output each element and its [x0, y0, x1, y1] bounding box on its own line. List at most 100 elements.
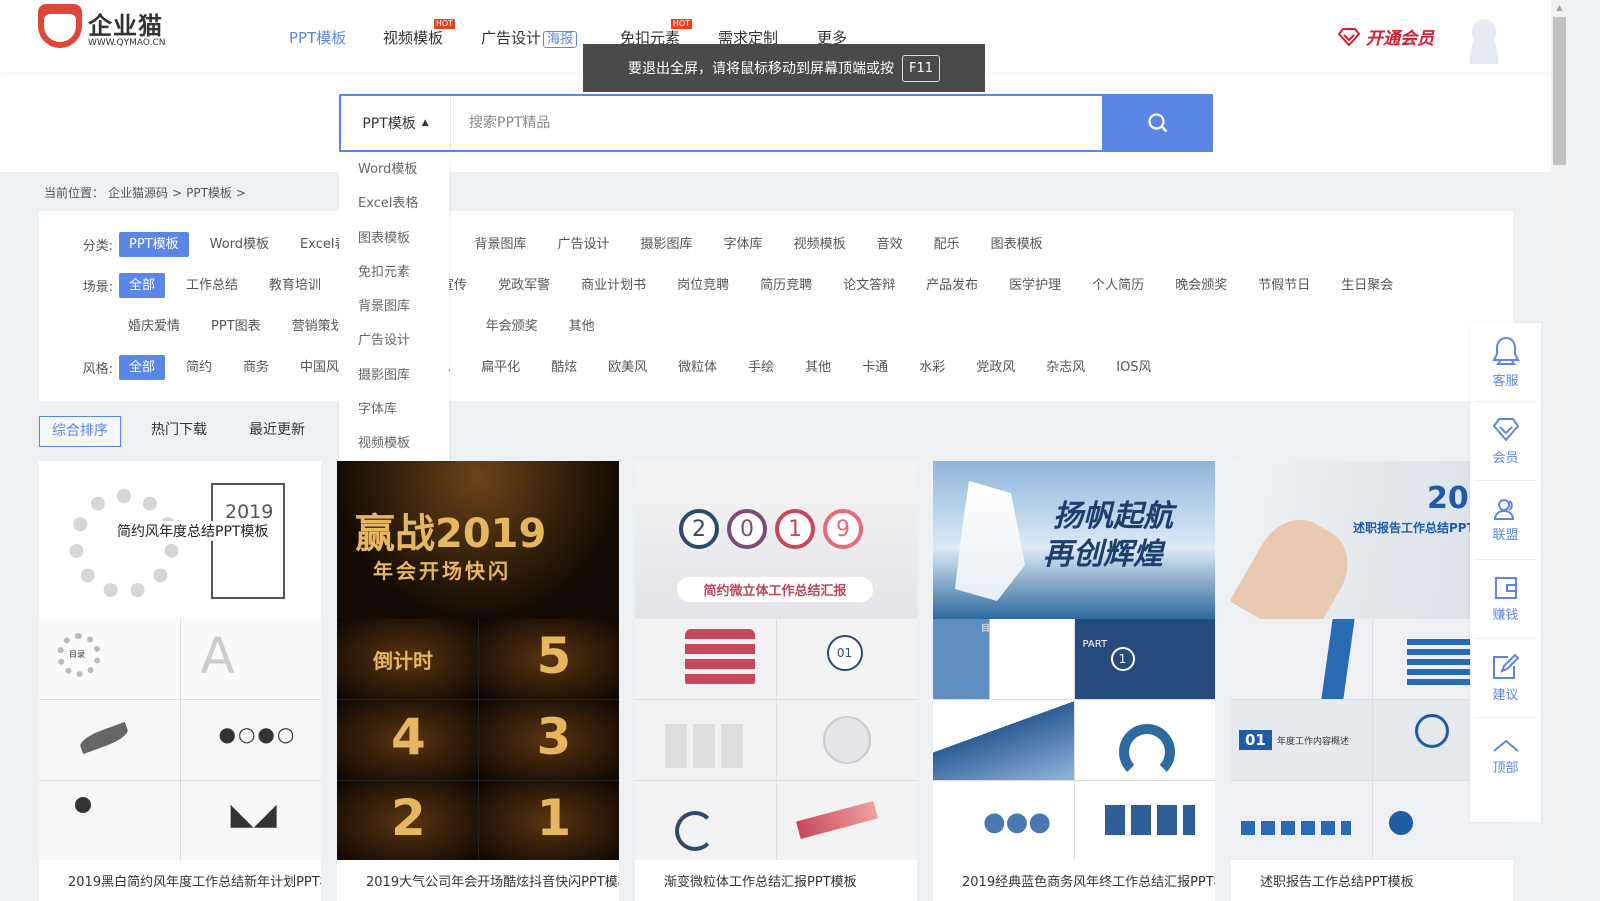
search-button[interactable] [1102, 94, 1213, 152]
filter-tag[interactable]: 简历竞聘 [750, 273, 822, 298]
f11-key: F11 [901, 54, 941, 82]
filter-tag[interactable]: 微粒体 [668, 355, 727, 380]
filter-tag[interactable]: 节假节日 [1248, 273, 1320, 298]
search-category-select[interactable]: PPT模板 ▲ [341, 96, 451, 150]
filter-tag[interactable]: 教育培训 [259, 273, 331, 298]
template-thumbnail[interactable]: 赢战2019 年会开场快闪 倒计时 5 4 3 2 1 [337, 461, 619, 860]
filter-tag[interactable]: Word模板 [200, 232, 279, 257]
template-thumbnail[interactable]: 扬帆起航 再创辉煌 目录 PART 1 ●●● [933, 461, 1215, 860]
filter-tag[interactable]: 党政军警 [488, 273, 560, 298]
hot-badge: HOT [670, 19, 693, 29]
filter-tag[interactable]: 生日聚会 [1331, 273, 1403, 298]
nav-ppt[interactable]: PPT模板 [289, 27, 346, 48]
vip-button[interactable]: 开通会员 [1338, 24, 1434, 49]
dropdown-item[interactable]: 摄影图库 [339, 358, 449, 392]
search-bar: PPT模板 ▲ [339, 94, 1213, 152]
filter-tag[interactable]: 音效 [867, 232, 913, 257]
filter-tag[interactable]: 字体库 [714, 232, 773, 257]
dropdown-item[interactable]: 视频模板 [339, 426, 449, 460]
card-title[interactable]: 2019黑白简约风年度工作总结新年计划PPT模板 [39, 860, 321, 890]
poster-tag: 海报 [543, 31, 578, 48]
filter-tag[interactable]: PPT模板 [119, 232, 189, 257]
dropdown-item[interactable]: 背景图库 [339, 289, 449, 323]
filter-category: 分类: PPT模板Word模板Excel表格免扣元素背景图库广告设计摄影图库字体… [39, 232, 1053, 257]
side-feedback[interactable]: 建议 [1474, 639, 1537, 718]
filter-tag[interactable]: 婚庆爱情 [118, 314, 190, 339]
logo[interactable]: 企业猫 WWW.QYMAO.CN [38, 4, 178, 50]
dropdown-item[interactable]: 免扣元素 [339, 255, 449, 289]
filter-tag[interactable]: 背景图库 [465, 232, 537, 257]
filter-tag[interactable]: 图表模板 [981, 232, 1053, 257]
filter-tag[interactable]: 欧美风 [598, 355, 657, 380]
filter-tag[interactable]: 商业计划书 [571, 273, 656, 298]
filter-tag[interactable]: 产品发布 [916, 273, 988, 298]
template-card[interactable]: 2 0 1 9 简约微立体工作总结汇报 01 渐变微粒体工作总结汇报PPT模板 [635, 461, 917, 901]
avatar[interactable] [1462, 14, 1506, 64]
filter-tag[interactable]: 工作总结 [176, 273, 248, 298]
filter-tag[interactable]: 视频模板 [784, 232, 856, 257]
nav-ad[interactable]: 广告设计 海报 [481, 27, 578, 48]
template-card[interactable]: 赢战2019 年会开场快闪 倒计时 5 4 3 2 1 2019大气公司年会开场… [337, 461, 619, 901]
filter-tag[interactable]: 其他 [795, 355, 841, 380]
dropdown-item[interactable]: 图表模板 [339, 221, 449, 255]
filter-tag[interactable]: PPT图表 [201, 314, 271, 339]
diamond-icon [1492, 417, 1519, 442]
dropdown-item[interactable]: 字体库 [339, 392, 449, 426]
filter-panel: 分类: PPT模板Word模板Excel表格免扣元素背景图库广告设计摄影图库字体… [39, 211, 1513, 401]
filter-tag[interactable]: 杂志风 [1036, 355, 1095, 380]
filter-tag[interactable]: 扁平化 [471, 355, 530, 380]
filter-tag[interactable]: 卡通 [852, 355, 898, 380]
dropdown-item[interactable]: 广告设计 [339, 323, 449, 357]
dropdown-item[interactable]: Word模板 [339, 152, 449, 186]
filter-tag[interactable]: 简约 [176, 355, 222, 380]
scrollbar-thumb[interactable] [1553, 17, 1566, 165]
filter-tag[interactable]: 广告设计 [548, 232, 620, 257]
card-title[interactable]: 述职报告工作总结PPT模板 [1231, 860, 1513, 890]
filter-scene: 场景: 全部工作总结教育培训企业宣传党政军警商业计划书岗位竞聘简历竞聘论文答辩产… [39, 273, 1403, 298]
search-input[interactable] [451, 96, 1102, 150]
nav-video[interactable]: 视频模板 HOT [383, 19, 456, 48]
filter-tag[interactable]: 全部 [119, 273, 166, 298]
template-thumbnail[interactable]: 2 0 1 9 简约微立体工作总结汇报 01 [635, 461, 917, 860]
card-title[interactable]: 2019大气公司年会开场酷炫抖音快闪PPT模板 [337, 860, 619, 890]
filter-tag[interactable]: 晚会颁奖 [1165, 273, 1237, 298]
breadcrumb-home[interactable]: 企业猫源码 [108, 186, 168, 200]
users-icon [1493, 498, 1514, 520]
filter-tag[interactable]: 个人简历 [1082, 273, 1154, 298]
dropdown-item[interactable]: Excel表格 [339, 186, 449, 220]
filter-tag[interactable]: 水彩 [909, 355, 955, 380]
filter-tag[interactable]: IOS风 [1106, 355, 1161, 380]
filter-tag[interactable]: 医学护理 [999, 273, 1071, 298]
template-thumbnail[interactable]: 2019 简约风年度总结PPT模板 目录 A ●○●○ ◣◢ [39, 461, 321, 860]
side-top[interactable]: 顶部 [1474, 718, 1537, 797]
side-vip[interactable]: 会员 [1474, 402, 1537, 481]
filter-tag[interactable]: 配乐 [924, 232, 970, 257]
floating-sidebar: 客服 会员 联盟 赚钱 建议 顶部 [1470, 323, 1541, 822]
sort-tabs: 综合排序 热门下载 最近更新 [39, 416, 335, 447]
filter-tag[interactable]: 酷炫 [541, 355, 587, 380]
filter-tag[interactable]: 手绘 [738, 355, 784, 380]
filter-tag[interactable]: 商务 [233, 355, 279, 380]
wallet-icon [1494, 576, 1517, 599]
filter-tag[interactable]: 岗位竞聘 [667, 273, 739, 298]
side-alliance[interactable]: 联盟 [1474, 481, 1537, 560]
sort-latest[interactable]: 最近更新 [237, 416, 317, 447]
side-earn[interactable]: 赚钱 [1474, 560, 1537, 639]
filter-tag[interactable]: 其他 [559, 314, 605, 339]
card-title[interactable]: 渐变微粒体工作总结汇报PPT模板 [635, 860, 917, 890]
sort-popular[interactable]: 热门下载 [139, 416, 219, 447]
template-card[interactable]: 2019 简约风年度总结PPT模板 目录 A ●○●○ ◣◢ 2019黑白简约风… [39, 461, 321, 901]
qq-icon [1491, 336, 1520, 365]
chevron-up-icon [1492, 739, 1519, 752]
sort-comprehensive[interactable]: 综合排序 [39, 416, 121, 447]
filter-tag[interactable]: 年会颁奖 [476, 314, 548, 339]
filter-tag[interactable]: 全部 [119, 355, 166, 380]
side-service[interactable]: 客服 [1474, 323, 1537, 402]
template-card[interactable]: 扬帆起航 再创辉煌 目录 PART 1 ●●● 2019经典蓝色商务风年终工作总结… [933, 461, 1215, 901]
filter-tag[interactable]: 论文答辩 [833, 273, 905, 298]
card-title[interactable]: 2019经典蓝色商务风年终工作总结汇报PPT模板 [933, 860, 1215, 890]
breadcrumb-ppt[interactable]: PPT模板 [186, 186, 232, 200]
filter-tag[interactable]: 摄影图库 [631, 232, 703, 257]
filter-tag[interactable]: 党政风 [966, 355, 1025, 380]
edit-icon [1492, 653, 1519, 679]
